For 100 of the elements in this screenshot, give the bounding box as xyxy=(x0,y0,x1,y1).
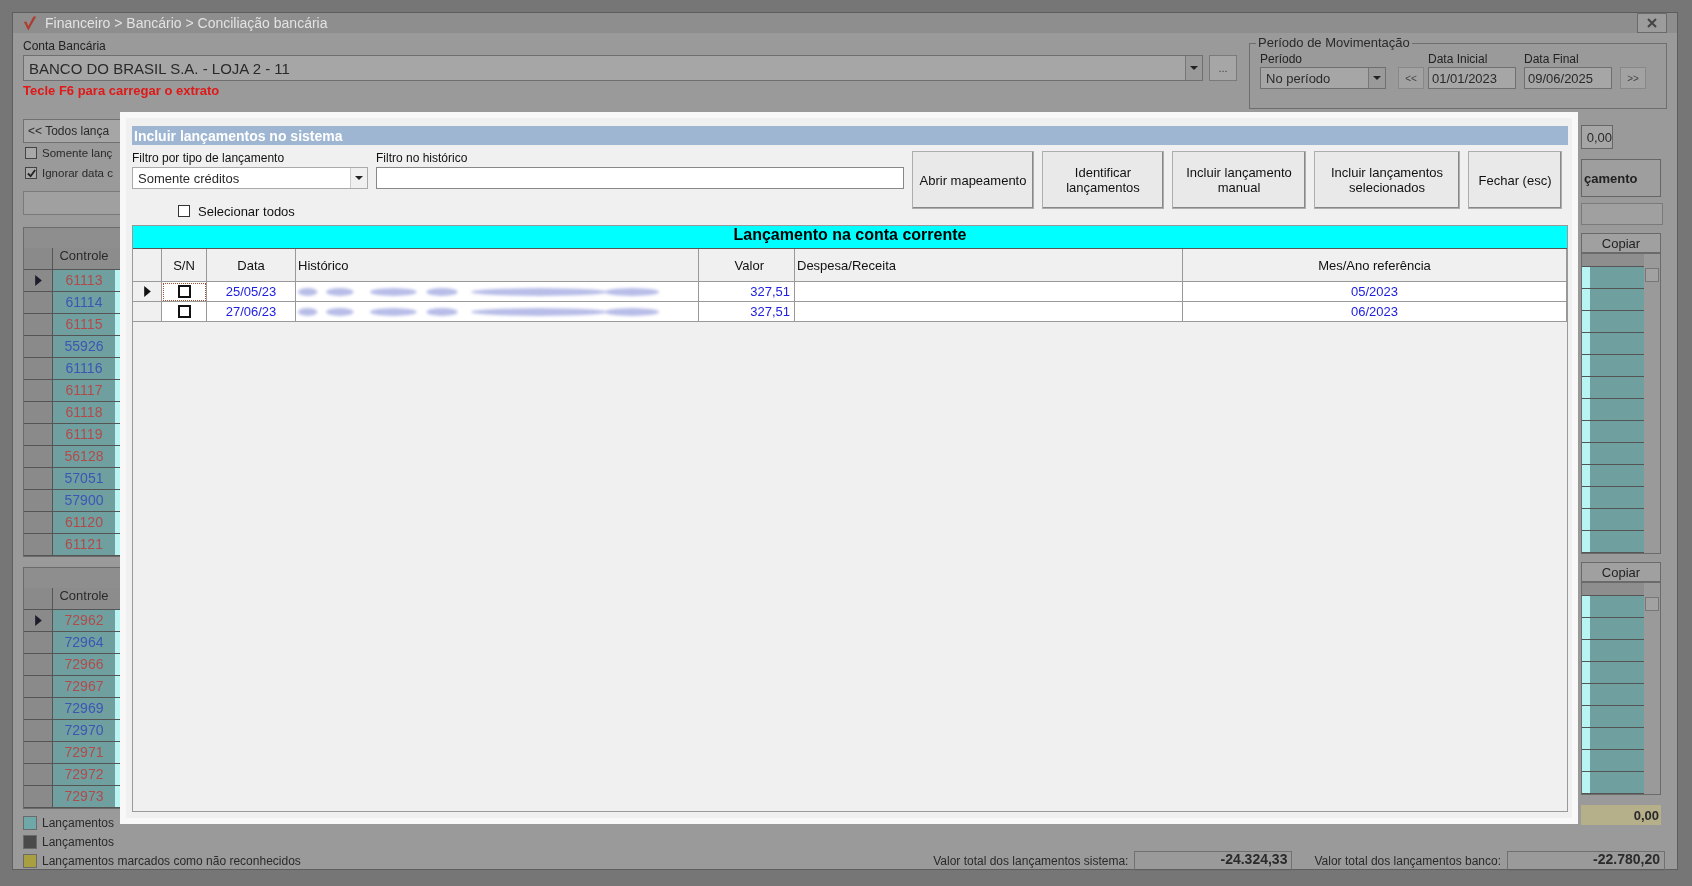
dropdown-arrow-icon xyxy=(1190,66,1198,70)
row-header-cell[interactable] xyxy=(24,402,53,423)
checkbox[interactable] xyxy=(178,205,190,217)
dialog-button[interactable]: Abrir mapeamento xyxy=(912,151,1034,209)
account-dropdown[interactable]: BANCO DO BRASIL S.A. - LOJA 2 - 11 xyxy=(23,55,1203,81)
row-header-cell[interactable] xyxy=(24,786,53,807)
row-header-cell[interactable] xyxy=(24,292,53,313)
previous-button[interactable]: << xyxy=(1398,67,1424,89)
table-cell xyxy=(1582,618,1644,640)
copy-button[interactable]: Copiar xyxy=(1581,562,1661,582)
row-header-cell[interactable] xyxy=(24,632,53,653)
scrollbar[interactable] xyxy=(1644,254,1660,553)
table-cell: 61113 xyxy=(53,270,115,291)
row-header-cell[interactable] xyxy=(24,654,53,675)
dialog-button[interactable]: Fechar (esc) xyxy=(1468,151,1562,209)
action-button[interactable]: çamento xyxy=(1581,159,1661,197)
total-field: -22.780,20 xyxy=(1507,851,1665,871)
table-cell: 61120 xyxy=(53,512,115,533)
row-header-cell[interactable] xyxy=(133,282,162,302)
table-cell xyxy=(1582,509,1644,531)
type-dropdown[interactable]: Somente créditos xyxy=(132,167,368,189)
table-cell: 72970 xyxy=(53,720,115,741)
checkbox[interactable] xyxy=(177,305,191,318)
legend-label: Lançamentos marcados como não reconhecidos xyxy=(42,854,301,868)
row-header-cell[interactable] xyxy=(24,512,53,533)
table-cell xyxy=(1582,750,1644,772)
field-label: Data Final xyxy=(1524,52,1580,66)
table-cell: 56128 xyxy=(53,446,115,467)
table-cell: 57900 xyxy=(53,490,115,511)
table-cell: 06/2023 xyxy=(1183,302,1567,322)
row-header-cell[interactable] xyxy=(24,380,53,401)
row-header-cell[interactable] xyxy=(24,764,53,785)
table-cell xyxy=(1582,377,1644,399)
table-cell xyxy=(1582,728,1644,750)
group-title: Período de Movimentação xyxy=(1256,35,1412,50)
row-header-cell[interactable] xyxy=(24,742,53,763)
date-field[interactable]: 09/06/2025 xyxy=(1524,67,1612,89)
table-cell xyxy=(1582,267,1644,289)
table-cell xyxy=(1582,465,1644,487)
row-header-cell[interactable] xyxy=(24,610,53,631)
checkbox-label: Selecionar todos xyxy=(198,203,295,219)
total-field: 0,00 xyxy=(1581,805,1661,825)
table-cell xyxy=(1582,333,1644,355)
table-cell: 61119 xyxy=(53,424,115,445)
row-header-cell[interactable] xyxy=(24,336,53,357)
row-header-cell[interactable] xyxy=(24,720,53,741)
table-cell xyxy=(1582,640,1644,662)
legend-label: Lançamentos xyxy=(42,815,115,830)
table-cell: 25/05/23 xyxy=(207,282,296,302)
row-header-cell[interactable] xyxy=(24,490,53,511)
row-header-cell[interactable] xyxy=(24,314,53,335)
row-header-cell[interactable] xyxy=(24,270,53,291)
table-cell: 55926 xyxy=(53,336,115,357)
row-pointer-icon xyxy=(34,615,42,626)
row-header-cell[interactable] xyxy=(24,358,53,379)
grid-title: Lançamento na conta corrente xyxy=(133,226,1567,249)
dialog-button[interactable]: Incluir lançamento manual xyxy=(1172,151,1306,209)
table-cell xyxy=(1582,662,1644,684)
table-cell xyxy=(1582,421,1644,443)
row-header-cell[interactable] xyxy=(24,424,53,445)
total-label: Valor total dos lançamentos sistema: xyxy=(933,854,1129,868)
dialog-button[interactable]: Incluir lançamentos selecionados xyxy=(1314,151,1460,209)
close-button[interactable] xyxy=(1637,13,1667,33)
table-cell xyxy=(1582,706,1644,728)
next-button[interactable]: >> xyxy=(1620,67,1646,89)
row-header-cell[interactable] xyxy=(24,468,53,489)
dialog-button[interactable]: Identificar lançamentos xyxy=(1042,151,1164,209)
table-cell: 61114 xyxy=(53,292,115,313)
table-cell: 72962 xyxy=(53,610,115,631)
table-cell: 61117 xyxy=(53,380,115,401)
logo-icon xyxy=(23,14,37,32)
dropdown-arrow-icon xyxy=(1373,76,1381,80)
table-cell xyxy=(1582,355,1644,377)
table-cell: 72967 xyxy=(53,676,115,697)
row-header-cell[interactable] xyxy=(133,302,162,322)
date-field[interactable]: 01/01/2023 xyxy=(1428,67,1516,89)
checkbox[interactable] xyxy=(177,285,191,298)
table-cell xyxy=(1582,772,1644,794)
value-field[interactable]: 0,00 xyxy=(1581,125,1613,149)
more-button[interactable]: ... xyxy=(1209,55,1237,81)
table-cell xyxy=(1582,684,1644,706)
table-cell xyxy=(1582,399,1644,421)
table-cell xyxy=(1582,443,1644,465)
row-header-cell[interactable] xyxy=(24,676,53,697)
row-header-cell[interactable] xyxy=(24,534,53,555)
table-cell: 27/06/23 xyxy=(207,302,296,322)
legend-label: Lançamentos xyxy=(42,834,115,849)
checkbox[interactable] xyxy=(25,147,37,159)
copy-button[interactable]: Copiar xyxy=(1581,233,1661,253)
table-cell xyxy=(1582,311,1644,333)
row-header-cell[interactable] xyxy=(24,446,53,467)
period-dropdown[interactable]: No período xyxy=(1260,67,1386,89)
checkbox-label: Ignorar data c xyxy=(42,167,113,179)
checkbox[interactable] xyxy=(25,167,37,179)
scrollbar[interactable] xyxy=(1644,583,1660,794)
history-filter-field[interactable] xyxy=(376,167,904,189)
table-cell xyxy=(1582,596,1644,618)
row-header-cell[interactable] xyxy=(24,698,53,719)
table-cell: 72973 xyxy=(53,786,115,807)
field-label: Filtro no histórico xyxy=(376,151,469,165)
